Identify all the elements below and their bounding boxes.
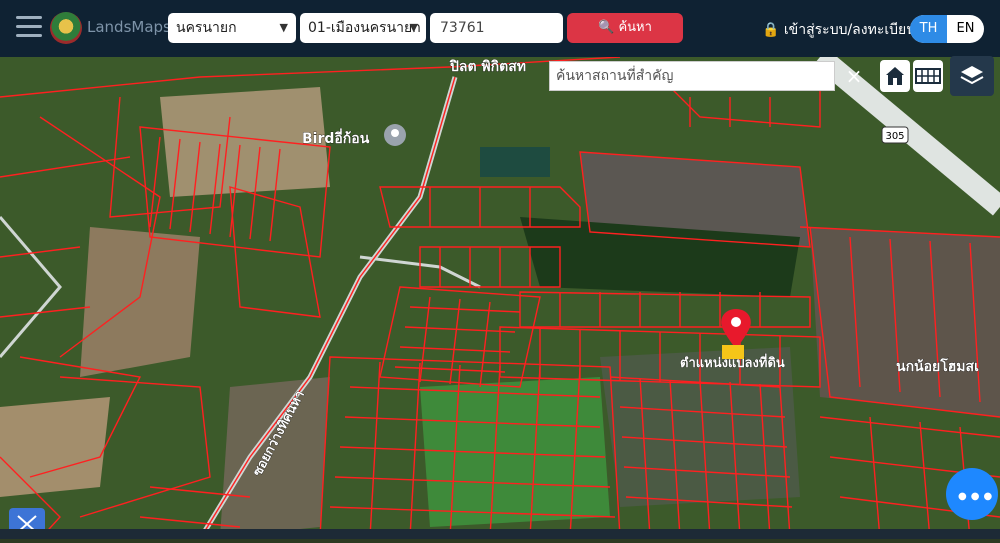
brand-name: LandsMaps	[87, 18, 171, 36]
road-label-top: ปิลต พิกิตสท	[449, 59, 526, 75]
poi-label-bird: Birdอี่ก้อน	[302, 128, 370, 147]
menu-icon[interactable]	[16, 16, 42, 38]
lock-icon: 🔒	[762, 22, 780, 38]
lang-th-button[interactable]: TH	[910, 15, 947, 43]
top-navbar: LandsMaps นครนายก ▼ 01-เมืองนครนายก ▼ 73…	[0, 0, 1000, 57]
taskbar-strip	[0, 529, 1000, 539]
poi-marker[interactable]	[384, 124, 406, 146]
language-toggle: TH EN	[910, 15, 984, 43]
layers-icon	[960, 66, 984, 85]
district-value: 01-เมืองนครนายก	[308, 20, 421, 36]
area-label-right: นกน้อยโฮมสเ	[896, 357, 979, 375]
place-search-input[interactable]: ค้นหาสถานที่สำคัญ	[549, 61, 835, 91]
satellite-map[interactable]: 305 ปิลต พิกิตสท Birdอี่ก้อน ซอยกว่างทิศ…	[0, 57, 1000, 539]
login-label: เข้าสู่ระบบ/ลงทะเบียน	[783, 22, 916, 38]
more-options-button[interactable]: ●●●	[946, 468, 998, 520]
close-icon[interactable]: ×	[838, 61, 870, 91]
route-number: 305	[885, 131, 904, 142]
home-button[interactable]	[880, 60, 910, 92]
ellipsis-icon: ●●●	[958, 491, 997, 502]
place-search-placeholder: ค้นหาสถานที่สำคัญ	[556, 68, 674, 84]
route-shield: 305	[881, 126, 909, 144]
district-select[interactable]: 01-เมืองนครนายก ▼	[300, 13, 426, 43]
search-icon: 🔍	[598, 20, 615, 35]
grid-icon	[915, 68, 941, 84]
search-button-label: ค้นหา	[618, 20, 652, 35]
chevron-down-icon: ▼	[409, 21, 418, 34]
province-value: นครนายก	[176, 20, 237, 36]
parcel-grid-button[interactable]	[913, 60, 943, 92]
layers-button[interactable]	[950, 56, 994, 96]
home-icon	[886, 67, 904, 85]
search-button[interactable]: 🔍 ค้นหา	[567, 13, 683, 43]
lang-en-button[interactable]: EN	[947, 15, 984, 43]
department-seal-logo	[50, 12, 82, 44]
login-register-link[interactable]: 🔒 เข้าสู่ระบบ/ลงทะเบียน	[762, 19, 916, 41]
parcel-number-input[interactable]: 73761	[430, 13, 563, 43]
province-select[interactable]: นครนายก ▼	[168, 13, 296, 43]
chevron-down-icon: ▼	[279, 21, 288, 34]
